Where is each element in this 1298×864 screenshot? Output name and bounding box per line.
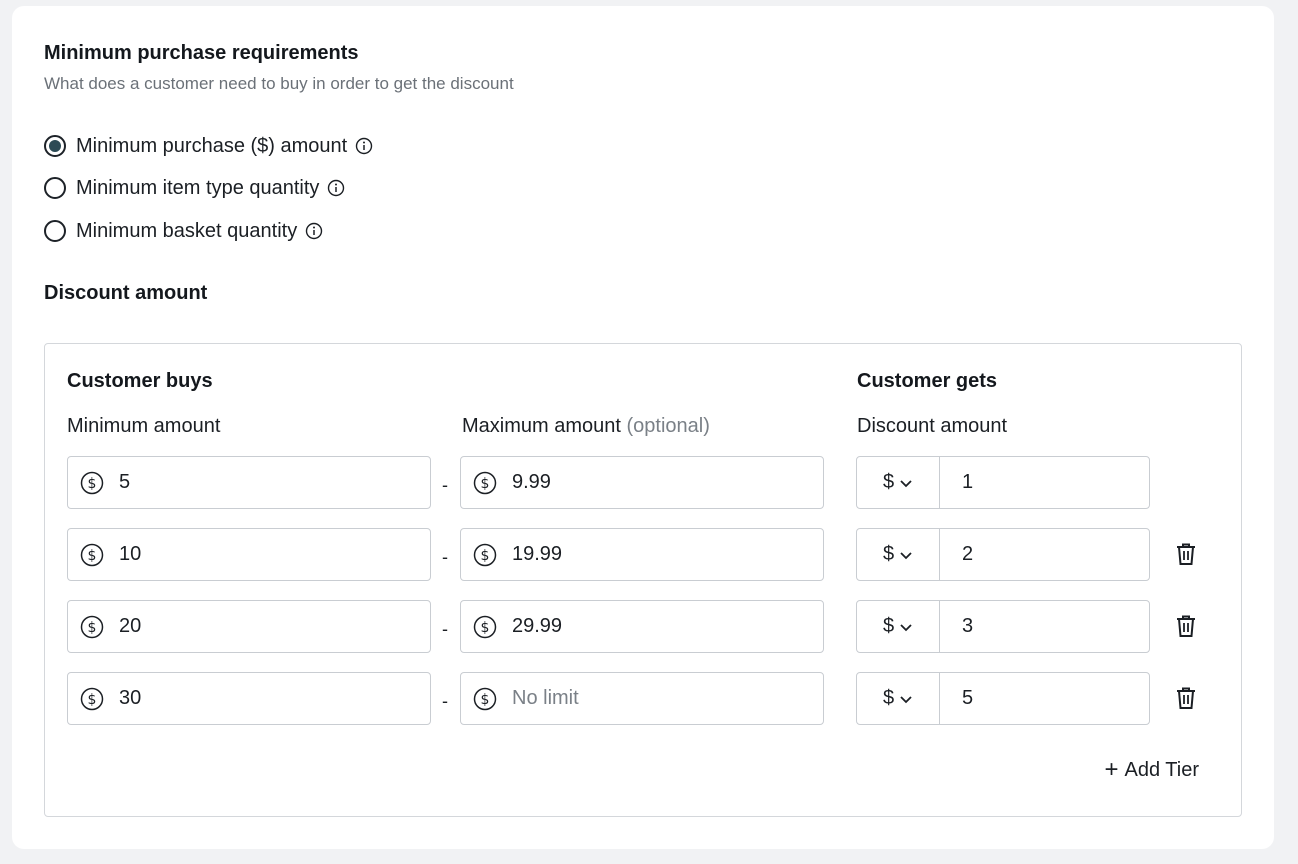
radio-button[interactable] (44, 177, 66, 199)
currency-select[interactable]: $ (857, 673, 940, 724)
radio-label: Minimum item type quantity (76, 176, 320, 199)
section-title: Minimum purchase requirements (44, 42, 359, 64)
input-placeholder: No limit (512, 687, 579, 709)
dollar-icon: $ (80, 687, 104, 711)
radio-button-selected[interactable] (44, 135, 66, 157)
input-value: 10 (119, 543, 142, 565)
customer-buys-heading: Customer buys (67, 370, 213, 392)
discount-amount-input[interactable]: $ 1 (856, 456, 1150, 509)
minimum-amount-label: Minimum amount (67, 415, 221, 437)
currency-select[interactable]: $ (857, 601, 940, 652)
discount-amount-title: Discount amount (44, 282, 208, 304)
svg-text:$: $ (88, 692, 97, 708)
chevron-down-icon (899, 548, 913, 562)
trash-icon[interactable] (1173, 541, 1199, 567)
chevron-down-icon (899, 692, 913, 706)
discount-value[interactable]: 1 (940, 457, 1149, 508)
input-value: 19.99 (512, 543, 563, 565)
info-icon[interactable] (355, 137, 373, 155)
svg-text:$: $ (481, 476, 490, 492)
section-subtitle: What does a customer need to buy in orde… (44, 74, 514, 93)
svg-text:$: $ (481, 692, 490, 708)
range-separator: - (442, 475, 448, 495)
radio-label: Minimum purchase ($) amount (76, 134, 348, 157)
input-value: 20 (119, 615, 142, 637)
plus-icon: + (1104, 756, 1119, 783)
radio-minimum-basket-quantity[interactable]: Minimum basket quantity (44, 219, 323, 243)
svg-text:$: $ (88, 476, 97, 492)
discount-value[interactable]: 2 (940, 529, 1149, 580)
chevron-down-icon (899, 620, 913, 634)
dollar-icon: $ (473, 615, 497, 639)
dollar-icon: $ (80, 543, 104, 567)
dollar-icon: $ (473, 687, 497, 711)
dollar-icon: $ (80, 615, 104, 639)
discount-amount-input[interactable]: $ 3 (856, 600, 1150, 653)
trash-icon[interactable] (1173, 613, 1199, 639)
input-value: 30 (119, 687, 142, 709)
radio-label: Minimum basket quantity (76, 219, 298, 242)
maximum-amount-input[interactable]: $ 9.99 (460, 456, 824, 509)
discount-value[interactable]: 5 (940, 673, 1149, 724)
svg-text:$: $ (88, 620, 97, 636)
input-value: 9.99 (512, 471, 551, 493)
requirements-card: Minimum purchase requirements What does … (12, 6, 1274, 849)
range-separator: - (442, 547, 448, 567)
minimum-amount-input[interactable]: $ 5 (67, 456, 431, 509)
optional-hint: (optional) (626, 415, 710, 437)
radio-minimum-purchase-amount[interactable]: Minimum purchase ($) amount (44, 134, 373, 158)
minimum-amount-input[interactable]: $ 30 (67, 672, 431, 725)
currency-select[interactable]: $ (857, 457, 940, 508)
radio-minimum-item-type-quantity[interactable]: Minimum item type quantity (44, 176, 345, 200)
discount-amount-label: Discount amount (857, 415, 1008, 437)
maximum-amount-input[interactable]: $ No limit (460, 672, 824, 725)
discount-amount-input[interactable]: $ 2 (856, 528, 1150, 581)
add-tier-button[interactable]: + Add Tier (1105, 758, 1200, 782)
maximum-amount-input[interactable]: $ 19.99 (460, 528, 824, 581)
discount-amount-input[interactable]: $ 5 (856, 672, 1150, 725)
add-tier-label: Add Tier (1124, 758, 1199, 781)
range-separator: - (442, 691, 448, 711)
minimum-amount-input[interactable]: $ 20 (67, 600, 431, 653)
svg-text:$: $ (88, 548, 97, 564)
dollar-icon: $ (473, 471, 497, 495)
currency-select[interactable]: $ (857, 529, 940, 580)
dollar-icon: $ (473, 543, 497, 567)
svg-text:$: $ (481, 548, 490, 564)
svg-text:$: $ (481, 620, 490, 636)
tier-box: Customer buys Customer gets Minimum amou… (44, 343, 1242, 817)
radio-button[interactable] (44, 220, 66, 242)
customer-gets-heading: Customer gets (857, 370, 998, 392)
chevron-down-icon (899, 476, 913, 490)
input-value: 5 (119, 471, 131, 493)
trash-icon[interactable] (1173, 685, 1199, 711)
maximum-amount-label: Maximum amount (optional) (462, 415, 710, 437)
minimum-amount-input[interactable]: $ 10 (67, 528, 431, 581)
info-icon[interactable] (305, 222, 323, 240)
range-separator: - (442, 619, 448, 639)
maximum-amount-input[interactable]: $ 29.99 (460, 600, 824, 653)
input-value: 29.99 (512, 615, 563, 637)
info-icon[interactable] (327, 179, 345, 197)
dollar-icon: $ (80, 471, 104, 495)
discount-value[interactable]: 3 (940, 601, 1149, 652)
